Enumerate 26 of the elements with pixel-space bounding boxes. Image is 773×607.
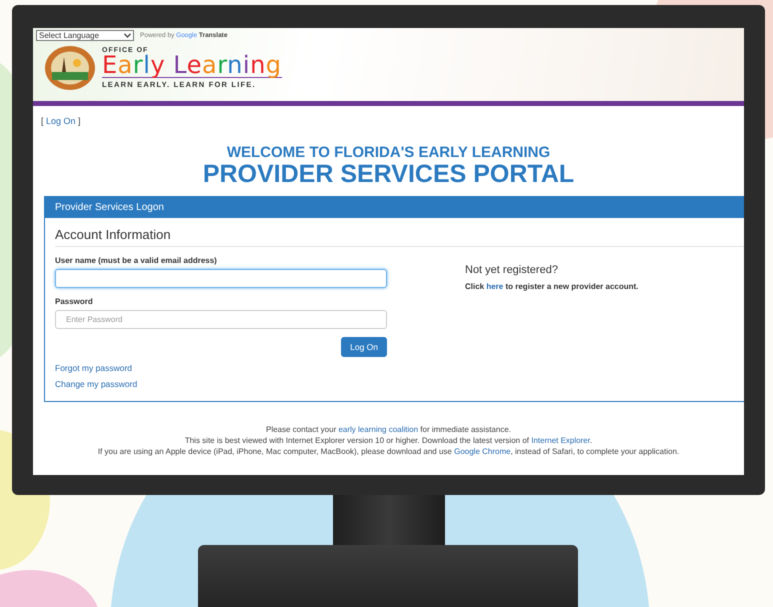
password-link[interactable]: Change my password bbox=[55, 379, 138, 389]
input-field[interactable]: Enter Password bbox=[55, 310, 387, 329]
caret-icon bbox=[124, 33, 131, 38]
login-link-line: [ Log On ] bbox=[41, 116, 82, 126]
early-learning-logo-text: Early Learning bbox=[102, 54, 282, 76]
footer-link[interactable]: Google Chrome bbox=[454, 447, 511, 456]
register-heading: Not yet registered? bbox=[465, 264, 559, 276]
footer-link[interactable]: Internet Explorer bbox=[531, 436, 590, 445]
register-link[interactable]: here bbox=[486, 282, 504, 291]
footer-text: This site is best viewed with Internet Explorer version 10 or higher. Download the latest version of Internet Explorer. bbox=[184, 435, 594, 446]
section-heading: Account Information bbox=[55, 227, 744, 247]
portal-title: PROVIDER SERVICES PORTAL bbox=[202, 161, 576, 187]
password-link[interactable]: Forgot my password bbox=[55, 363, 132, 373]
log-on-button[interactable]: Log On bbox=[341, 337, 387, 357]
footer-text: Please contact your early learning coalition for immediate assistance. bbox=[264, 424, 512, 435]
state-seal-icon bbox=[44, 45, 96, 91]
footer-link[interactable]: early learning coalition bbox=[338, 425, 418, 434]
field-label: User name (must be a valid email address) bbox=[55, 256, 218, 265]
language-select[interactable]: Select Language bbox=[36, 30, 134, 41]
login-link[interactable]: Log On bbox=[46, 116, 76, 126]
field-label: Password bbox=[55, 297, 94, 306]
register-text: Click here to register a new provider account. bbox=[465, 282, 638, 291]
welcome-heading: WELCOME TO FLORIDA'S EARLY LEARNING bbox=[226, 144, 552, 161]
footer-text: If you are using an Apple device (iPad, iPhone, Mac computer, MacBook), please download and use Google Chrome, instead of Safari, to complete your application. bbox=[98, 446, 680, 457]
panel-title: Provider Services Logon bbox=[45, 197, 744, 218]
input-field[interactable] bbox=[55, 269, 387, 288]
